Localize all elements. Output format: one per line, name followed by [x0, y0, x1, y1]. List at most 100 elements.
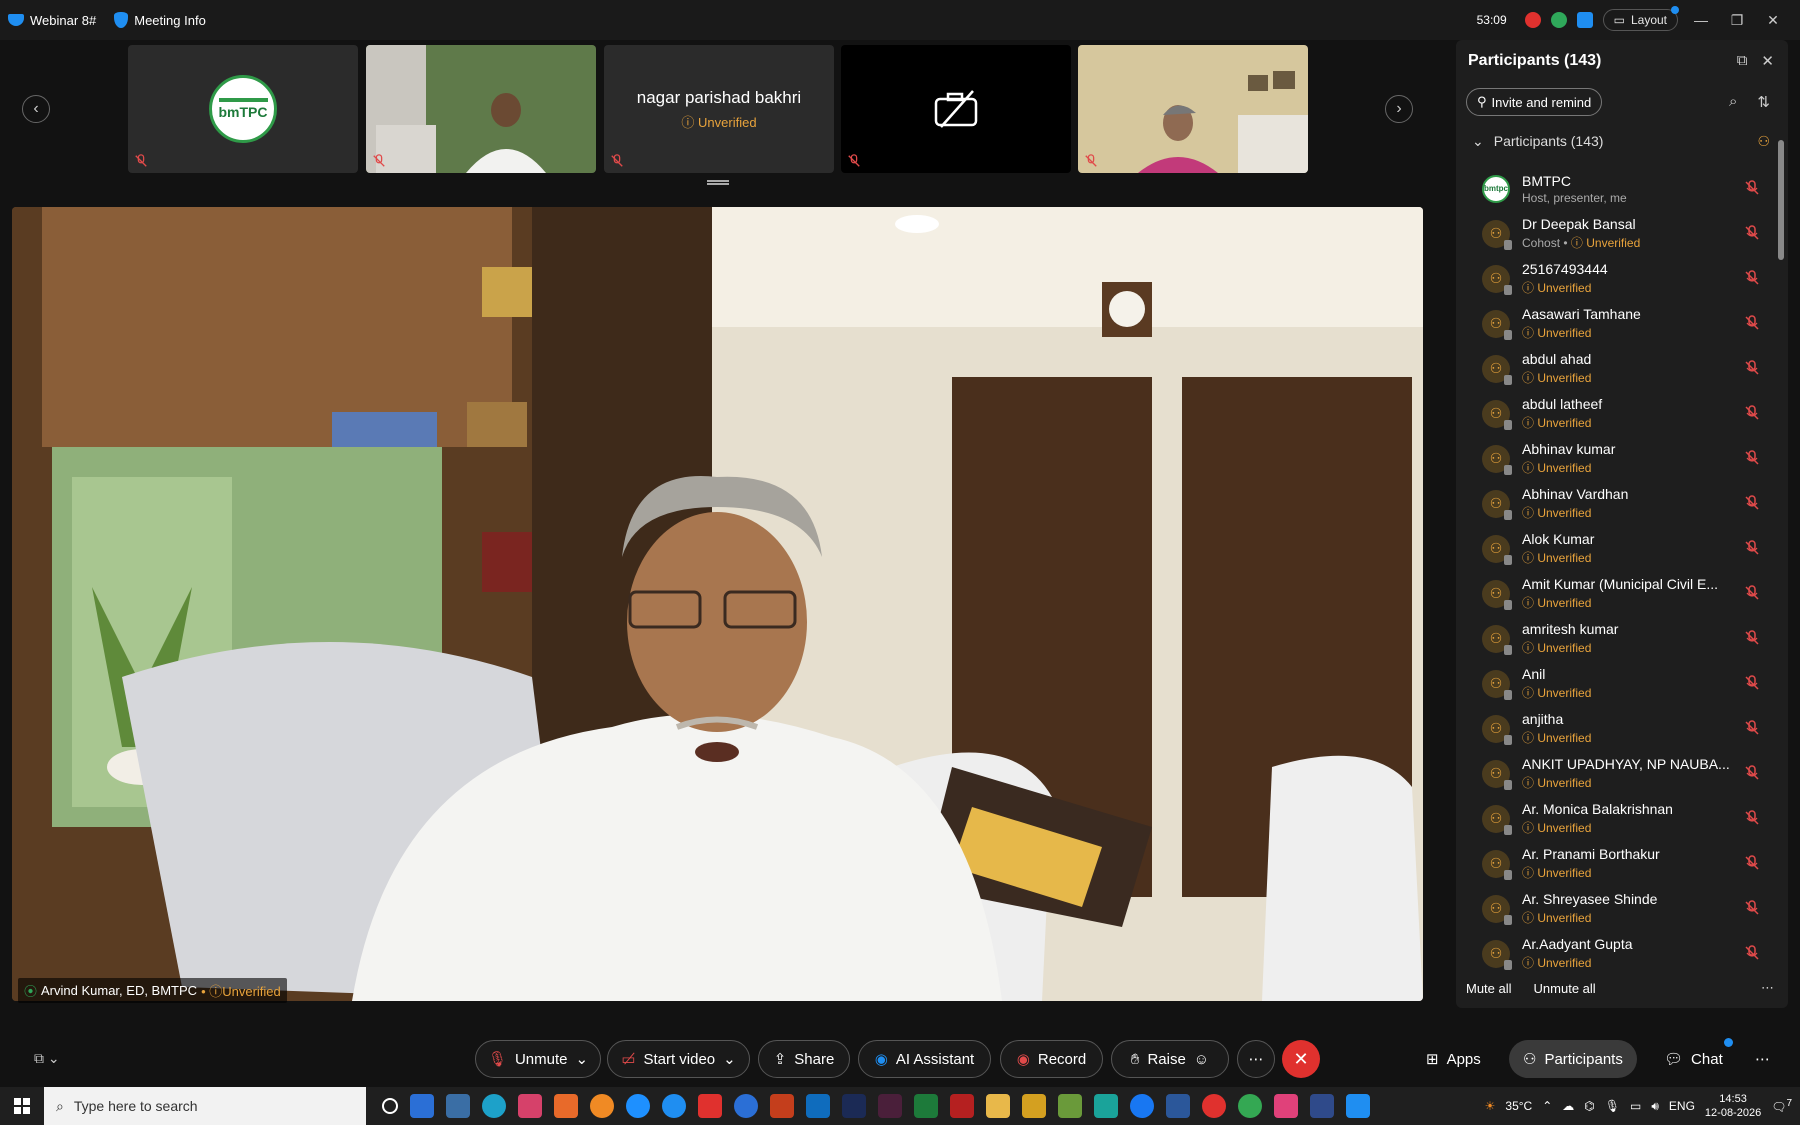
participant-row[interactable]: ⚇ amritesh kumar ⓘ Unverified [1456, 616, 1774, 661]
next-page-icon[interactable]: › [1385, 95, 1413, 123]
language-indicator[interactable]: ENG [1669, 1099, 1695, 1113]
participants-scrollbar[interactable] [1778, 128, 1784, 1018]
share-button[interactable]: ⇪ Share [758, 1040, 850, 1078]
thumbnail-video-participant-2[interactable] [1078, 45, 1308, 173]
mic-muted-icon[interactable] [1744, 720, 1760, 736]
minimize-icon[interactable]: — [1688, 12, 1714, 28]
participant-row[interactable]: ⚇ Ar. Pranami Borthakur ⓘ Unverified [1456, 841, 1774, 886]
mic-muted-icon[interactable] [1744, 810, 1760, 826]
mic-muted-icon[interactable] [1744, 765, 1760, 781]
invite-and-remind-button[interactable]: ⚲ Invite and remind [1466, 88, 1603, 116]
photoshop-icon[interactable] [842, 1094, 866, 1118]
resize-handle[interactable] [707, 180, 729, 185]
ai-assistant-button[interactable]: ◉ AI Assistant [858, 1040, 991, 1078]
restore-icon[interactable]: ❐ [1724, 12, 1750, 29]
app-icon[interactable] [410, 1094, 434, 1118]
participant-row[interactable]: ⚇ Ar. Shreyasee Shinde ⓘ Unverified [1456, 886, 1774, 931]
network-icon[interactable]: ⌬ [1584, 1099, 1594, 1113]
audio-indicator-icon[interactable] [1550, 12, 1567, 28]
thumbnail-camera-off[interactable] [841, 45, 1071, 173]
word-icon[interactable] [1166, 1094, 1190, 1118]
mic-muted-icon[interactable] [1744, 315, 1760, 331]
participant-row[interactable]: ⚇ Abhinav Vardhan ⓘ Unverified [1456, 481, 1774, 526]
chevron-up-icon[interactable]: ⌃ [1542, 1099, 1552, 1113]
mic-muted-icon[interactable] [1744, 225, 1760, 241]
chrome-icon[interactable] [1238, 1094, 1262, 1118]
firefox-icon[interactable] [590, 1094, 614, 1118]
meeting-info-button[interactable]: Meeting Info [114, 12, 206, 28]
opera-icon[interactable] [1202, 1094, 1226, 1118]
record-button[interactable]: ◉ Record [1000, 1040, 1103, 1078]
chevron-down-icon[interactable]: ⌄ [576, 1050, 589, 1068]
app-icon[interactable] [554, 1094, 578, 1118]
participant-row[interactable]: ⚇ Alok Kumar ⓘ Unverified [1456, 526, 1774, 571]
app-icon[interactable] [1094, 1094, 1118, 1118]
ie-icon[interactable] [626, 1094, 650, 1118]
participant-row[interactable]: ⚇ anjitha ⓘ Unverified [1456, 706, 1774, 751]
edge-icon[interactable] [482, 1094, 506, 1118]
start-video-button[interactable]: ▭̸ Start video ⌄ [607, 1040, 750, 1078]
participant-row[interactable]: ⚇ abdul latheef ⓘ Unverified [1456, 391, 1774, 436]
mic-muted-icon[interactable] [1744, 360, 1760, 376]
participant-row[interactable]: ⚇ abdul ahad ⓘ Unverified [1456, 346, 1774, 391]
participant-row[interactable]: ⚇ Aasawari Tamhane ⓘ Unverified [1456, 301, 1774, 346]
mic-icon[interactable]: 🎙︎ [1605, 1099, 1620, 1113]
thumbnail-video-participant[interactable] [366, 45, 596, 173]
taskbar-search-box[interactable]: ⌕ Type here to search [44, 1087, 366, 1125]
volume-icon[interactable]: 🔊︎ [1651, 1099, 1659, 1114]
app-icon[interactable] [734, 1094, 758, 1118]
unmute-button[interactable]: 🎙︎ Unmute ⌄ [475, 1040, 601, 1078]
powerpoint-icon[interactable] [770, 1094, 794, 1118]
participants-button[interactable]: ⚇ Participants [1509, 1040, 1637, 1078]
end-meeting-button[interactable]: ✕ [1282, 1040, 1320, 1078]
participant-row[interactable]: ⚇ ANKIT UPADHYAY, NP NAUBA... ⓘ Unverified [1456, 751, 1774, 796]
apps-button[interactable]: ⊞ Apps [1426, 1040, 1481, 1078]
outlook-icon[interactable] [806, 1094, 830, 1118]
calculator-icon[interactable] [446, 1094, 470, 1118]
close-icon[interactable]: ✕ [1760, 12, 1786, 29]
mic-muted-icon[interactable] [1744, 630, 1760, 646]
mic-muted-icon[interactable] [1744, 270, 1760, 286]
chat-button[interactable]: 💬︎ Chat [1664, 1038, 1733, 1078]
thumbnail-nagar-parishad[interactable]: nagar parishad bakhri ⓘ Unverified [604, 45, 834, 173]
notification-icon[interactable]: 🗨︎7 [1771, 1098, 1792, 1114]
windows-start-icon[interactable] [0, 1098, 44, 1114]
unmute-all-button[interactable]: Unmute all [1534, 981, 1596, 996]
mic-muted-icon[interactable] [1744, 900, 1760, 916]
more-options-icon[interactable]: ⋯ [1755, 1040, 1770, 1078]
mic-muted-icon[interactable] [1744, 855, 1760, 871]
file-explorer-icon[interactable] [986, 1094, 1010, 1118]
app-icon[interactable] [1058, 1094, 1082, 1118]
mic-muted-icon[interactable] [1744, 180, 1760, 196]
participant-row[interactable]: ⚇ Anil ⓘ Unverified [1456, 661, 1774, 706]
participant-row[interactable]: ⚇ Dr Deepak Bansal Cohost • ⓘ Unverified [1456, 211, 1774, 256]
app-icon[interactable] [698, 1094, 722, 1118]
app-icon[interactable] [662, 1094, 686, 1118]
mic-muted-icon[interactable] [1744, 450, 1760, 466]
search-icon[interactable]: ⌕ [1729, 93, 1737, 111]
thumbnail-bmtpc[interactable]: bmTPC [128, 45, 358, 173]
clock[interactable]: 14:53 12-08-2026 [1705, 1092, 1761, 1120]
notes-icon[interactable] [1576, 12, 1593, 28]
weather-icon[interactable]: ☀ [1485, 1099, 1496, 1113]
layout-button[interactable]: ▭ Layout [1602, 6, 1679, 31]
battery-icon[interactable]: ▭ [1630, 1099, 1641, 1113]
mic-muted-icon[interactable] [1744, 405, 1760, 421]
close-panel-icon[interactable]: ✕ [1761, 52, 1774, 70]
cloud-icon[interactable]: ☁ [1562, 1099, 1574, 1113]
facebook-icon[interactable] [1130, 1094, 1154, 1118]
sort-icon[interactable]: ⇅ [1757, 93, 1770, 111]
more-controls-button[interactable]: ⋯ [1237, 1040, 1275, 1078]
app-icon[interactable] [1022, 1094, 1046, 1118]
excel-icon[interactable] [914, 1094, 938, 1118]
participant-row[interactable]: ⚇ Abhinav kumar ⓘ Unverified [1456, 436, 1774, 481]
participant-row[interactable]: bmtpc BMTPC Host, presenter, me [1456, 166, 1774, 211]
participant-row[interactable]: ⚇ 25167493444 ⓘ Unverified [1456, 256, 1774, 301]
chevron-down-icon[interactable]: ⌄ [723, 1050, 736, 1068]
pop-out-icon[interactable]: ⧉ [1737, 52, 1748, 70]
app-icon[interactable] [1274, 1094, 1298, 1118]
vscode-icon[interactable] [1346, 1094, 1370, 1118]
mic-muted-icon[interactable] [1744, 585, 1760, 601]
app-icon[interactable] [518, 1094, 542, 1118]
more-options-icon[interactable]: ⋯ [1761, 980, 1774, 996]
